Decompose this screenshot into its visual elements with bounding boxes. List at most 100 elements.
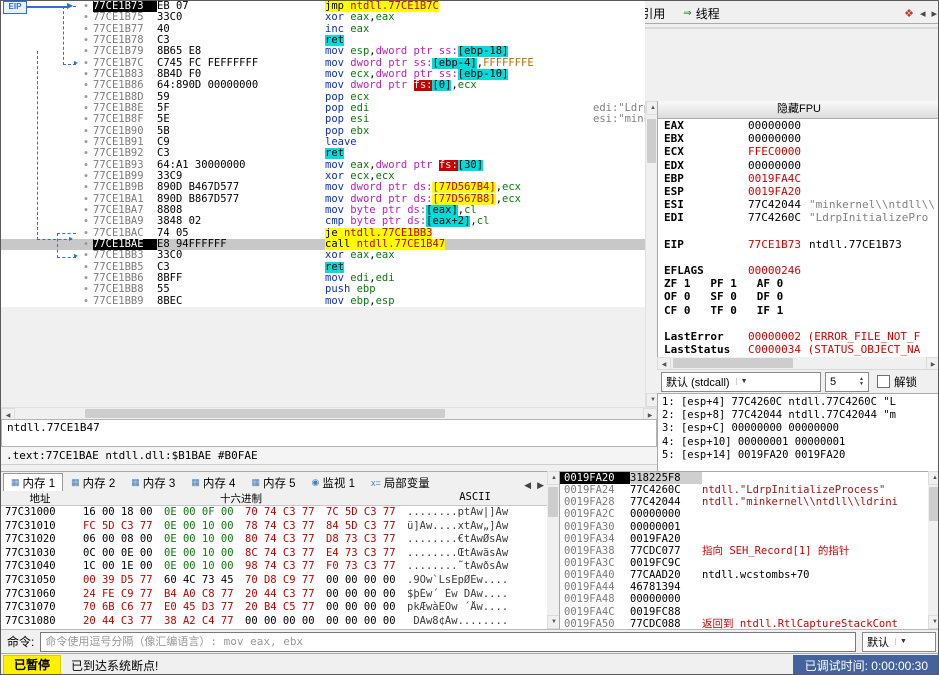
dump-row[interactable]: 77C31020 06 00 08 00 0E 00 10 00 80 74 C3 7…	[1, 533, 547, 547]
breakpoint-dot[interactable]: ●	[79, 205, 93, 216]
breakpoint-dot[interactable]: ●	[79, 171, 93, 182]
registers-horizontal-scrollbar[interactable]: ◀ ▶	[657, 357, 938, 371]
stack-row[interactable]: 0019FA44 46781394	[560, 581, 928, 593]
tab-scroll-left-icon[interactable]: ◂	[920, 7, 926, 20]
disasm-row[interactable]: ● 77CE1B9B 890D B467D577 mov dword ptr ds:[…	[1, 181, 645, 194]
stack-row[interactable]: 0019FA48 00000000	[560, 593, 928, 605]
dump-row[interactable]: 77C31080 20 44 C3 77 38 A2 C4 77 00 00 00 0…	[1, 615, 547, 629]
arg-row[interactable]: 4: [esp+10] 00000001 00000001	[658, 436, 938, 449]
breakpoint-dot[interactable]: ●	[79, 126, 93, 137]
scroll-thumb[interactable]	[929, 487, 938, 521]
breakpoint-dot[interactable]: ●	[79, 216, 93, 227]
breakpoint-dot[interactable]: ●	[79, 92, 93, 103]
scroll-track[interactable]	[671, 357, 926, 369]
breakpoint-dot[interactable]: ●	[79, 80, 93, 91]
breakpoint-dot[interactable]: ●	[79, 296, 93, 307]
scroll-down-button[interactable]: ▼	[928, 615, 938, 629]
dump-row[interactable]: 77C31050 00 39 D5 77 60 4C 73 45 70 D8 C9 7…	[1, 574, 547, 588]
command-profile-select[interactable]: 默认 ▼	[862, 631, 936, 652]
breakpoint-dot[interactable]: ●	[79, 148, 93, 159]
breakpoint-dot[interactable]: ●	[79, 194, 93, 205]
dump-row[interactable]: 77C31060 24 FE C9 77 B4 A0 C8 77 20 44 C3 7…	[1, 588, 547, 602]
dump-row[interactable]: 77C31030 0C 00 0E 00 0E 00 10 00 8C 74 C3 7…	[1, 547, 547, 561]
disasm-row[interactable]: ● 77CE1BA9 3848 02 cmp byte ptr ds:[eax+2],…	[1, 215, 645, 228]
dump-tab-memory-2[interactable]: ▦ 内存 2	[63, 473, 123, 491]
dump-tab-scroll-left-icon[interactable]: ◀	[521, 480, 534, 491]
scroll-track[interactable]	[928, 485, 938, 615]
register-row[interactable]: LastError 00000002 (ERROR_FILE_NOT_F	[658, 330, 938, 343]
disasm-row[interactable]: ● 77CE1B92 C3 ret	[1, 147, 645, 160]
register-row[interactable]: LastStatus C0000034 (STATUS_OBJECT_NA	[658, 343, 938, 356]
dump-tab-scroll-right-icon[interactable]: ▶	[534, 480, 547, 491]
hide-fpu-button[interactable]: 隐藏FPU	[658, 101, 938, 119]
disasm-horizontal-scrollbar[interactable]: ◀ ▶	[1, 407, 657, 422]
register-row[interactable]: ECX FFEC0000	[658, 145, 938, 158]
scroll-thumb[interactable]	[673, 358, 793, 368]
stack-row[interactable]: 0019FA4C 0019FC88	[560, 606, 928, 618]
argument-count-stepper[interactable]: 5 ▲ ▼	[825, 371, 869, 392]
register-row[interactable]: EIP 77CE1B73 ntdll.77CE1B73	[658, 238, 938, 251]
breakpoint-dot[interactable]: ●	[79, 69, 93, 80]
dump-vertical-scrollbar[interactable]: ▲ ▼	[547, 471, 561, 629]
breakpoint-dot[interactable]: ●	[79, 46, 93, 57]
scroll-track[interactable]	[15, 408, 643, 419]
breakpoint-dot[interactable]: ●	[79, 239, 93, 250]
scroll-thumb[interactable]	[647, 119, 656, 163]
dump-tab-memory-5[interactable]: ▦ 内存 5	[243, 473, 303, 491]
disasm-row[interactable]: ● 77CE1B79 8B65 E8 mov esp,dword ptr ss:[eb…	[1, 45, 645, 58]
dump-row[interactable]: 77C31070 70 6B C6 77 E0 45 D3 77 20 B4 C5 7…	[1, 601, 547, 615]
arg-row[interactable]: 3: [esp+C] 00000000 00000000	[658, 422, 938, 435]
disasm-vertical-scrollbar[interactable]: ▲ ▼	[645, 101, 660, 407]
dump-row[interactable]: 77C31000 16 00 18 00 0E 00 0F 00 70 74 C3 7…	[1, 506, 547, 520]
stack-row[interactable]: 0019FA34 0019FA20	[560, 533, 928, 545]
tab-threads[interactable]: ⇒ 线程	[674, 2, 728, 23]
register-row[interactable]: EAX 00000000	[658, 119, 938, 132]
stack-row[interactable]: 0019FA30 00000001	[560, 521, 928, 533]
breakpoint-dot[interactable]: ●	[79, 284, 93, 295]
breakpoint-dot[interactable]: ●	[79, 262, 93, 273]
breakpoint-dot[interactable]: ●	[79, 24, 93, 35]
dump-tab-memory-1[interactable]: ▦ 内存 1	[3, 473, 64, 491]
dump-row[interactable]: 77C31040 1C 00 1E 00 0E 00 10 00 98 74 C3 7…	[1, 560, 547, 574]
disasm-row[interactable]: ●77CE1B8F 5E pop esi esi:"minkernel\\ntd	[1, 113, 645, 125]
dump-tab-memory-4[interactable]: ▦ 内存 4	[183, 473, 243, 491]
breakpoint-dot[interactable]: ●	[79, 250, 93, 261]
register-row[interactable]: EBX 00000000	[658, 132, 938, 145]
stack-row[interactable]: 0019FA2C 00000000	[560, 508, 928, 520]
breakpoint-dot[interactable]: ●	[79, 228, 93, 239]
register-row[interactable]: ESI 77C42044 "minkernel\\ntdll\\	[658, 198, 938, 211]
register-row[interactable]: EDI 77C4260C "LdrpInitializePro	[658, 211, 938, 224]
register-row[interactable]: EDX 00000000	[658, 159, 938, 172]
stack-vertical-scrollbar[interactable]: ▲ ▼	[928, 471, 938, 629]
breakpoint-dot[interactable]: ●	[79, 160, 93, 171]
stack-row[interactable]: 0019FA38 77CDC077 指向 SEH_Record[1] 的指针	[560, 545, 928, 557]
stack-row[interactable]: 0019FA40 77CAAD20 ntdll.wcstombs+70	[560, 569, 928, 581]
breakpoint-dot[interactable]: ●	[79, 114, 93, 125]
breakpoint-dot[interactable]: ●	[79, 12, 93, 23]
unlock-checkbox[interactable]	[877, 375, 890, 388]
dump-tab-locals[interactable]: x= 局部变量	[363, 473, 438, 491]
arg-row[interactable]: 2: [esp+8] 77C42044 ntdll.77C42044 "m	[658, 409, 938, 422]
disasm-row[interactable]: ● 77CE1BB3 33C0 xor eax,eax	[1, 249, 645, 261]
breakpoint-dot[interactable]: ●	[79, 182, 93, 193]
flags-row[interactable]: CF 0 TF 0 IF 1	[658, 304, 938, 317]
scroll-thumb[interactable]	[85, 409, 445, 418]
tab-scroll-right-icon[interactable]: ▸	[931, 7, 937, 20]
breakpoint-dot[interactable]: ●	[79, 103, 93, 114]
disasm-row[interactable]: ● 77CE1BB8 55 push ebp	[1, 283, 645, 295]
breakpoint-dot[interactable]: ●	[79, 1, 93, 12]
scroll-thumb[interactable]	[548, 487, 558, 517]
breakpoint-dot[interactable]: ●	[79, 137, 93, 148]
dump-row[interactable]: 77C31010 FC 5D C3 77 0E 00 10 00 78 74 C3 7…	[1, 520, 547, 534]
flags-row[interactable]: ZF 1 PF 1 AF 0	[658, 277, 938, 290]
arg-row[interactable]: 5: [esp+14] 0019FA20 0019FA20	[658, 449, 938, 462]
disasm-row[interactable]: ● 77CE1BB9 8BEC mov ebp,esp	[1, 295, 645, 307]
disasm-row[interactable]: ● 77CE1B75 33C0 xor eax,eax	[1, 11, 645, 23]
breakpoint-dot[interactable]: ●	[79, 35, 93, 46]
stack-row[interactable]: 0019FA24 77C4260C ntdll."LdrpInitializePro…	[560, 484, 928, 496]
stack-row[interactable]: 0019FA50 77CDC088 返回到 ntdll.RtlCaptureStac…	[560, 618, 928, 629]
breakpoint-dot[interactable]: ●	[79, 273, 93, 284]
arg-row[interactable]: 1: [esp+4] 77C4260C ntdll.77C4260C "L	[658, 396, 938, 409]
stack-row[interactable]: 0019FA20 318225F8	[560, 472, 928, 485]
dump-tab-memory-3[interactable]: ▦ 内存 3	[123, 473, 183, 491]
